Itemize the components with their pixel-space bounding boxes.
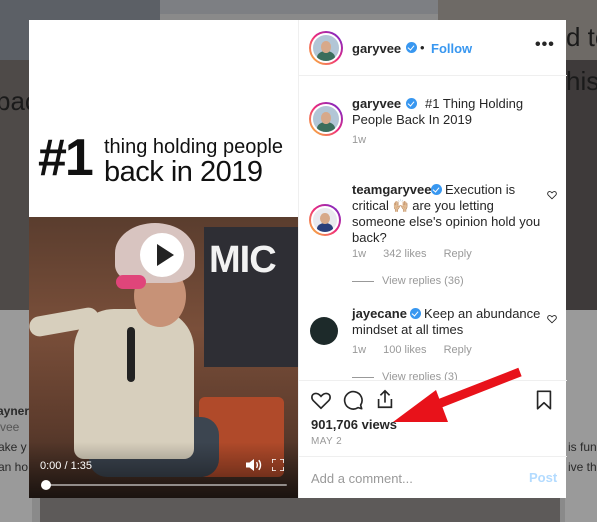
add-comment-input[interactable] — [311, 469, 511, 487]
comment-like-icon[interactable] — [547, 190, 557, 200]
comment-text: Execution is critical 🙌🏼 are you letting… — [352, 182, 541, 245]
microphone — [127, 327, 135, 382]
comment-likes[interactable]: 342 likes — [383, 248, 426, 260]
comment-text: #1 Thing Holding People Back In 2019 — [352, 96, 524, 127]
more-options-icon[interactable]: ••• — [535, 36, 555, 54]
comment-meta: 1w 100 likes Reply — [352, 344, 486, 356]
comment-avatar[interactable] — [309, 204, 341, 236]
comment-bubble-icon[interactable] — [342, 389, 364, 411]
comment-avatar[interactable] — [310, 317, 338, 345]
background-text: his!! — [566, 66, 597, 96]
post-side-panel: garyvee • Follow ••• garyvee #1 Thing Ho… — [298, 20, 567, 498]
add-comment-bar: Post — [299, 456, 567, 498]
background-tile — [565, 310, 597, 522]
background-tile — [40, 498, 560, 522]
comment-like-icon[interactable] — [547, 314, 557, 324]
background-text: is func — [568, 440, 597, 454]
stage-sign-text: MIC — [209, 239, 277, 281]
comment-meta: 1w — [352, 134, 380, 146]
view-replies-button[interactable]: View replies (3) — [352, 371, 458, 380]
video-title-overlay: #1 thing holding people back in 2019 — [29, 120, 298, 217]
post-actions: 901,706 views MAY 2 — [299, 380, 567, 452]
header-username[interactable]: garyvee — [352, 41, 401, 56]
background-text: ake y — [0, 440, 27, 454]
comment-time: 1w — [352, 248, 367, 260]
video-time: 0:00 / 1:35 — [40, 460, 92, 472]
reply-button[interactable]: Reply — [444, 248, 472, 260]
view-count[interactable]: 901,706 views — [311, 417, 397, 432]
comment-time: 1w — [352, 134, 367, 146]
comment-time: 1w — [352, 344, 367, 356]
background-text: an ho — [0, 460, 29, 474]
video-progress-track[interactable] — [43, 484, 287, 486]
follow-button[interactable]: Follow — [431, 41, 472, 56]
video-progress-thumb[interactable] — [41, 480, 51, 490]
reply-button[interactable]: Reply — [444, 344, 472, 356]
view-replies-button[interactable]: View replies (36) — [352, 275, 464, 287]
background-text: vee — [0, 420, 20, 434]
post-date: MAY 2 — [311, 436, 343, 447]
volume-icon[interactable] — [245, 458, 263, 472]
background-tile — [160, 0, 440, 14]
comment-likes[interactable]: 100 likes — [383, 344, 426, 356]
sunglasses-sticker — [116, 275, 146, 289]
background-tile — [565, 60, 597, 310]
comment-meta: 1w 342 likes Reply — [352, 248, 486, 260]
comment-text: Keep an abundance mindset at all times — [352, 306, 541, 337]
avatar[interactable] — [309, 31, 343, 65]
background-text: d to — [566, 22, 597, 52]
comment-avatar[interactable] — [309, 102, 343, 136]
avatar-image — [311, 33, 341, 63]
title-number: #1 — [38, 129, 94, 187]
fullscreen-icon[interactable] — [272, 459, 284, 471]
share-icon[interactable] — [374, 388, 396, 410]
header-separator: • — [420, 40, 425, 55]
post-header: garyvee • Follow ••• — [299, 20, 567, 76]
comments-list: garyvee #1 Thing Holding People Back In … — [299, 77, 567, 380]
verified-badge-icon — [406, 42, 417, 53]
post-comment-button[interactable]: Post — [529, 470, 557, 485]
play-icon — [157, 244, 174, 266]
save-bookmark-icon[interactable] — [533, 389, 555, 411]
background-text: ive th — [568, 460, 597, 474]
like-heart-icon[interactable] — [310, 389, 332, 411]
video-player[interactable]: #1 thing holding people back in 2019 MIC… — [29, 20, 298, 498]
title-line-2: back in 2019 — [104, 156, 263, 188]
post-modal: #1 thing holding people back in 2019 MIC… — [29, 20, 567, 498]
